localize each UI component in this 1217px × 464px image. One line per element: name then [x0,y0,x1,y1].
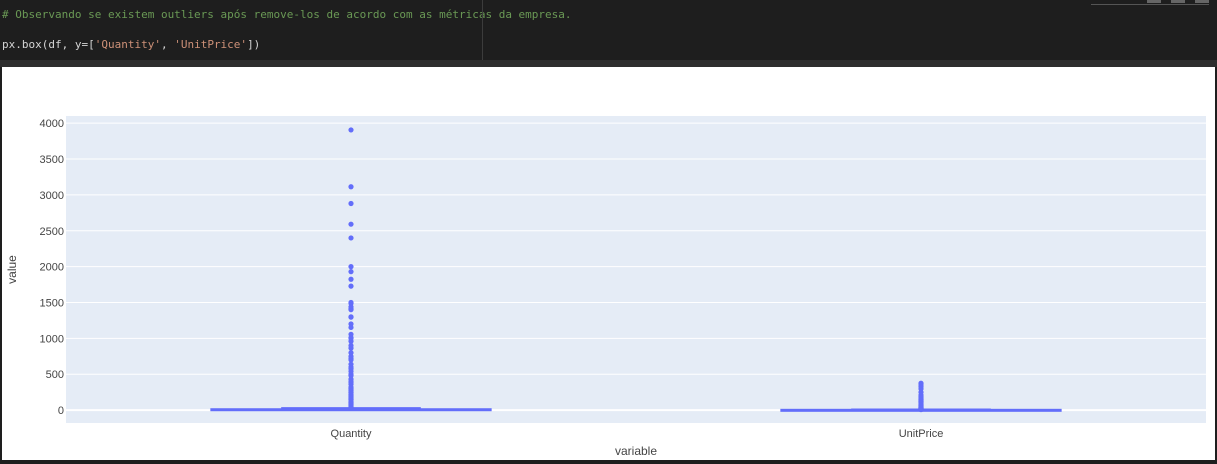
outlier-point [348,299,354,306]
output-area: 0 500 1000 1500 2000 2500 3000 3500 4000 Quantit… [2,67,1215,460]
outlier-point [348,200,354,207]
cell-toolbar[interactable] [1091,0,1209,5]
outlier-point [348,235,354,241]
toolbar-icon[interactable] [1171,0,1185,3]
outlier-point [348,269,354,275]
outlier-point [348,314,354,320]
cell-divider [482,0,483,60]
outlier-point [348,264,354,270]
toolbar-icon[interactable] [1147,0,1161,3]
outlier-point [348,184,354,190]
y-tick-label: 1000 [40,333,64,345]
y-tick-label: 1500 [40,297,64,309]
y-axis-ticks: 0 500 1000 1500 2000 2500 3000 3500 4000 [40,118,64,417]
y-tick-label: 4000 [40,118,64,130]
cell-separator [0,60,1217,67]
outlier-point [348,321,354,327]
outlier-point [918,380,924,386]
y-tick-label: 3000 [40,190,64,202]
outlier-point [348,331,354,337]
outlier-point [348,350,354,356]
code-separator: , [160,38,175,51]
x-axis-label: variable [615,444,657,458]
plot-background [66,116,1206,423]
toolbar-icon[interactable] [1195,0,1209,3]
y-tick-label: 0 [58,405,64,417]
code-cell[interactable]: # Observando se existem outliers após re… [0,0,1217,60]
x-tick-label: UnitPrice [899,428,944,440]
code-comment: # Observando se existem outliers após re… [2,8,572,21]
y-axis-label: value [5,255,19,284]
x-axis-ticks: Quantity UnitPrice [331,428,944,440]
outlier-point [348,276,354,282]
code-arg-unitprice: 'UnitPrice' [174,38,248,51]
outlier-point [348,221,354,227]
outlier-point [348,283,354,289]
y-tick-label: 500 [46,369,64,381]
box-plot[interactable]: 0 500 1000 1500 2000 2500 3000 3500 4000 Quantit… [2,67,1215,460]
y-tick-label: 2500 [40,226,64,238]
y-tick-label: 2000 [40,262,64,274]
code-suffix: ]) [247,38,261,51]
x-tick-label: Quantity [331,428,372,440]
outlier-point [348,127,354,133]
code-arg-quantity: 'Quantity' [94,38,161,51]
code-statement: px.box(df, y=['Quantity', 'UnitPrice']) [2,38,260,52]
y-tick-label: 3500 [40,154,64,166]
code-prefix: px.box(df, y=[ [2,38,95,51]
